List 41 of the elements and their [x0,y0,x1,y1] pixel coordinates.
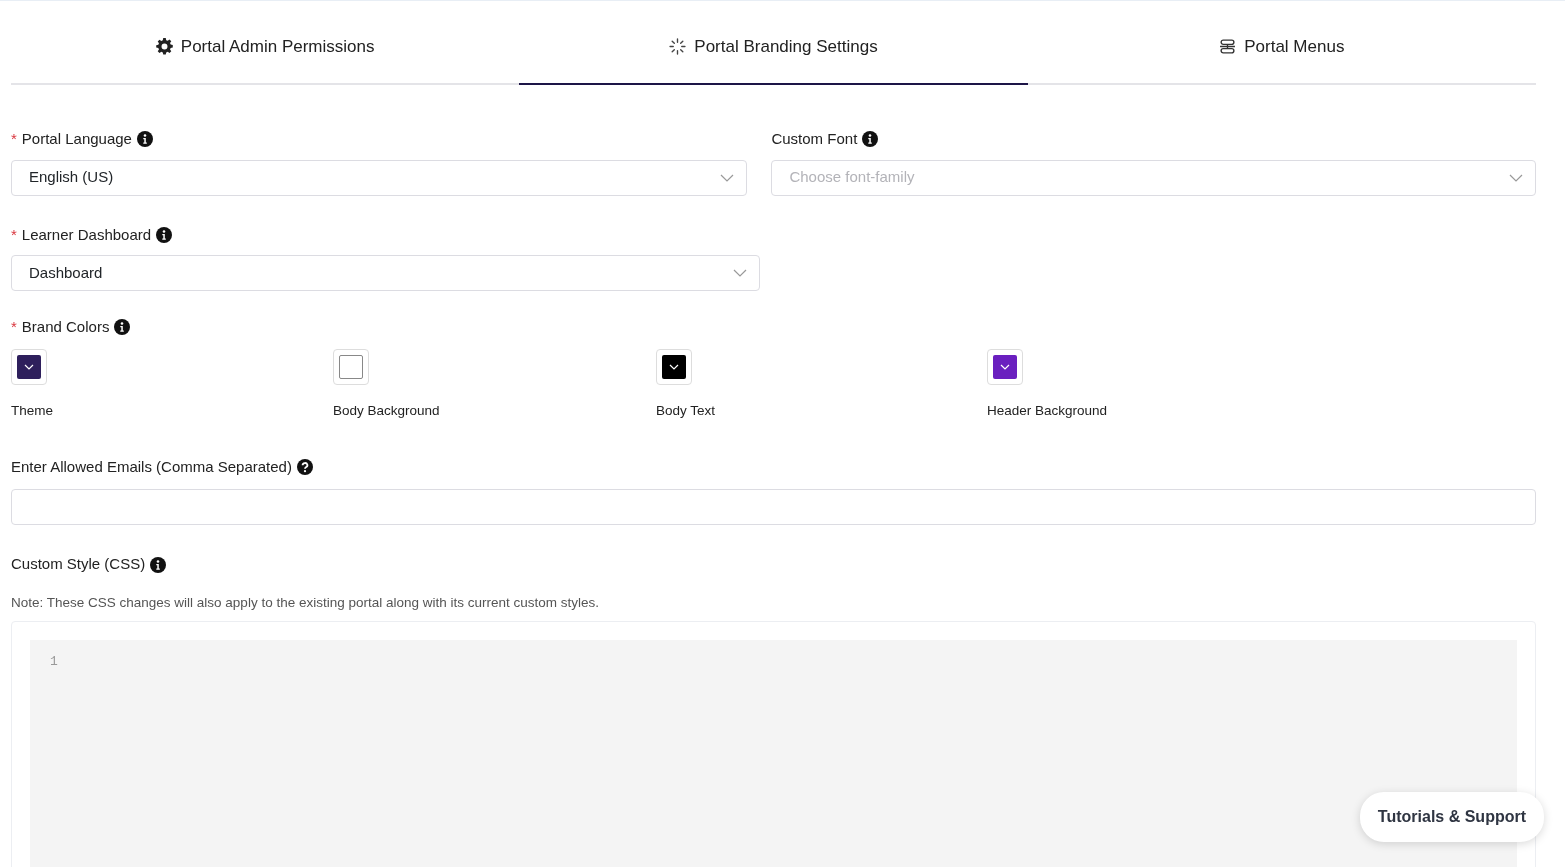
field-label: Portal Language [21,129,132,149]
select-field[interactable]: English (US) [11,159,748,196]
field-label: Learner Dashboard [21,224,152,245]
chevron-down-icon [1509,173,1523,182]
swatch-label: Body Text [656,401,717,420]
swatch-label: Header Background [987,401,1108,420]
chevron-down-icon [733,269,747,277]
tab[interactable]: Portal Admin Permissions [11,1,520,85]
field-label: Custom Style (CSS) [11,554,146,575]
swatch-label: Body Background [333,401,441,420]
gear-icon [155,38,173,55]
info-icon [114,319,131,336]
email-input-field[interactable] [11,489,1536,526]
select-field[interactable]: Dashboard [11,255,760,291]
color-swatch[interactable] [987,348,1023,385]
support-button[interactable]: Tutorials & Support [1359,792,1544,842]
spinner-icon [669,38,687,55]
info-icon [150,556,167,573]
color-swatch[interactable] [11,348,47,385]
field-label: Enter Allowed Emails (Comma Separated) [11,456,292,477]
required-asterisk: * [11,224,17,245]
line-number: 1 [50,653,59,671]
help-icon [296,459,313,475]
stack-icon [1219,38,1237,55]
swatch-label: Theme [11,401,55,420]
chevron-down-icon [720,173,735,182]
required-asterisk: * [11,129,17,149]
info-icon [862,131,879,148]
select-placeholder: Choose font-family [789,167,916,188]
color-swatch[interactable] [656,348,692,385]
field-label: Custom Font [771,129,858,149]
info-icon [136,131,153,148]
tab[interactable]: Portal Branding Settings [519,1,1028,85]
info-icon [156,226,173,243]
field-label: Brand Colors [21,317,110,337]
note-text: Note: These CSS changes will also apply to the existing portal along with its current custom styles. [11,593,601,612]
color-swatch[interactable] [333,348,369,385]
select-value: Dashboard [29,262,104,283]
tab[interactable]: Portal Menus [1027,1,1536,85]
required-asterisk: * [11,317,17,337]
select-value: English (US) [29,167,115,188]
